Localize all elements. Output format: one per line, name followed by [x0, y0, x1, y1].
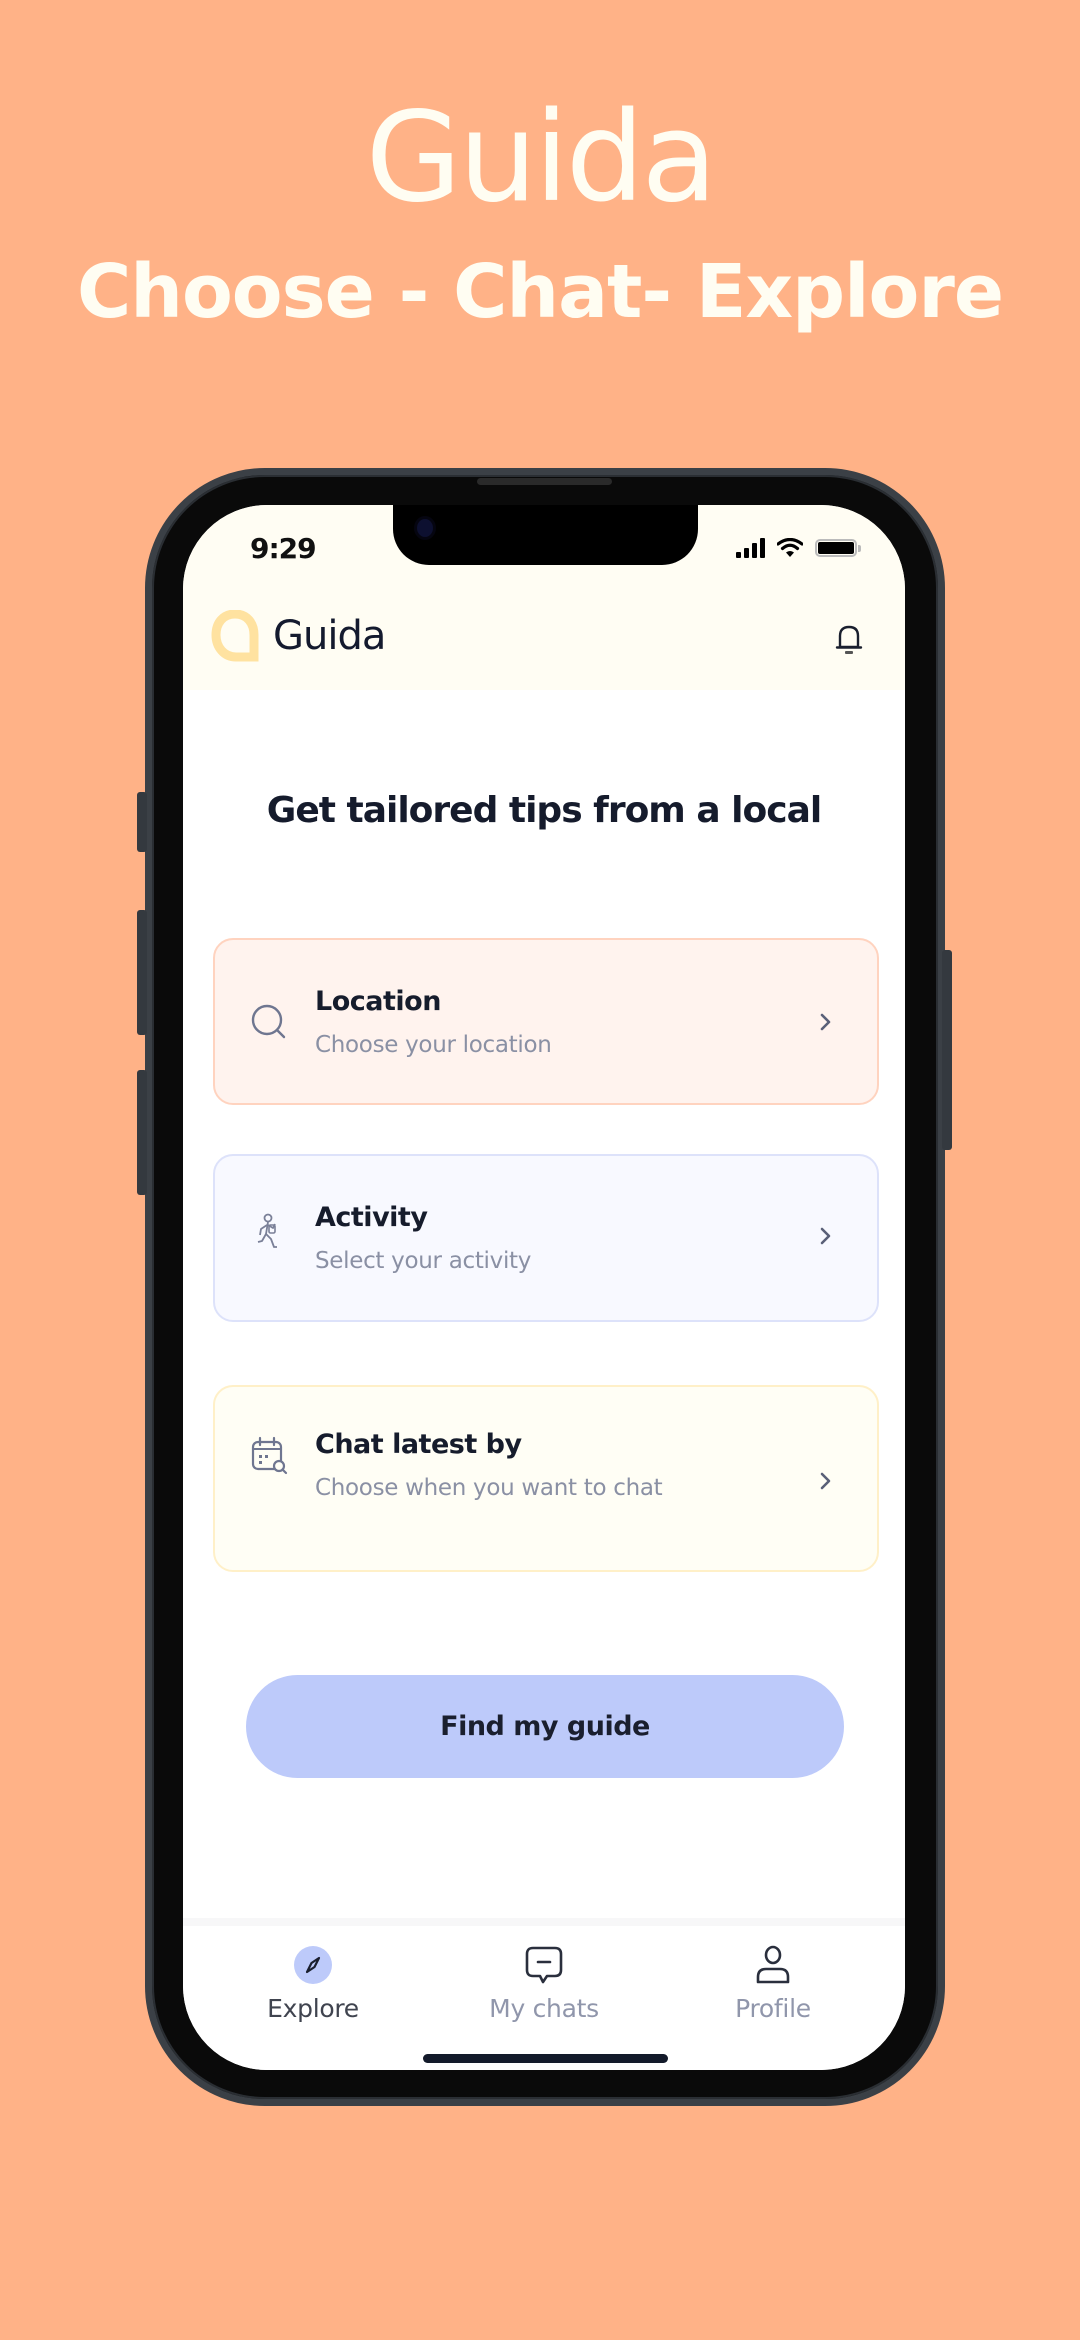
chevron-right-icon [820, 1013, 831, 1031]
chat-latest-by-title: Chat latest by [315, 1429, 522, 1460]
status-icons [736, 538, 861, 558]
chat-latest-by-card[interactable]: Chat latest by Choose when you want to c… [213, 1385, 879, 1572]
phone-silent-switch [137, 792, 147, 852]
brand: Guida [211, 610, 386, 662]
tab-explore[interactable]: Explore [238, 1944, 388, 2023]
wifi-icon [777, 538, 803, 557]
phone-volume-up [137, 910, 147, 1035]
brand-name: Guida [273, 613, 386, 659]
location-card[interactable]: Location Choose your location [213, 938, 879, 1105]
tab-my-chats-label: My chats [489, 1994, 599, 2023]
status-time: 9:29 [250, 532, 317, 565]
chevron-right-icon [820, 1472, 831, 1490]
user-icon [756, 1945, 790, 1984]
battery-icon [815, 539, 861, 557]
activity-title: Activity [315, 1202, 428, 1233]
home-indicator[interactable] [423, 2054, 668, 2063]
location-subtitle: Choose your location [315, 1032, 552, 1058]
location-title: Location [315, 986, 441, 1017]
bell-icon[interactable] [829, 620, 869, 660]
page-headline: Get tailored tips from a local [266, 790, 822, 831]
chat-latest-by-subtitle: Choose when you want to chat [315, 1475, 663, 1501]
promo-logo: Guida [365, 86, 718, 230]
phone-speaker [477, 478, 612, 485]
tab-explore-label: Explore [267, 1994, 359, 2023]
chat-bubble-icon [525, 1946, 563, 1984]
promo-tagline: Choose - Chat- Explore [76, 249, 1004, 335]
tab-my-chats[interactable]: My chats [469, 1944, 619, 2023]
calendar-search-icon [251, 1436, 288, 1475]
cellular-signal-icon [736, 538, 765, 558]
phone-volume-down [137, 1070, 147, 1195]
phone-notch [393, 505, 698, 565]
front-camera [417, 519, 433, 537]
search-icon [251, 1004, 286, 1039]
phone-power-button [942, 950, 952, 1150]
activity-card[interactable]: Activity Select your activity [213, 1154, 879, 1322]
tab-profile[interactable]: Profile [698, 1944, 848, 2023]
chevron-right-icon [820, 1227, 831, 1245]
tab-profile-label: Profile [735, 1994, 811, 2023]
activity-subtitle: Select your activity [315, 1248, 532, 1274]
find-my-guide-button[interactable]: Find my guide [246, 1675, 844, 1778]
guida-logo-icon [211, 610, 259, 662]
app-header: 9:29 Guida [183, 505, 905, 690]
app-screen: 9:29 Guida Get tailored tips from a loca… [183, 505, 905, 2070]
bottom-tab-bar: Explore My chats Profile [183, 1918, 905, 2070]
hiker-icon [257, 1213, 277, 1248]
compass-icon [294, 1946, 332, 1984]
